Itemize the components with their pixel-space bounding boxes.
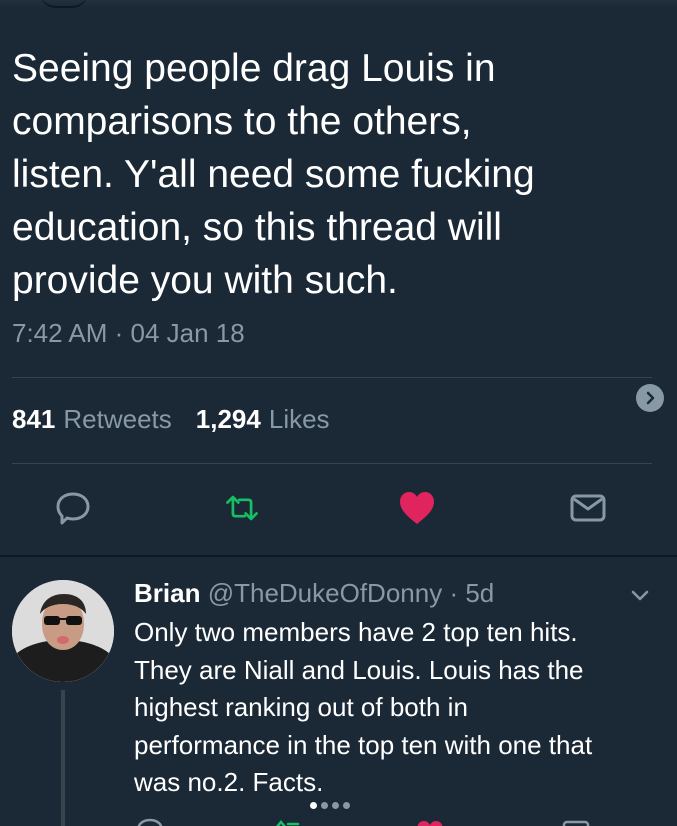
envelope-icon[interactable] [560, 816, 592, 826]
reply-button[interactable] [53, 488, 93, 528]
avatar[interactable] [12, 580, 114, 682]
retweets-count[interactable]: 841 [12, 404, 55, 435]
reply-actions-partial [0, 812, 677, 826]
like-button[interactable] [397, 488, 437, 528]
chevron-right-icon[interactable] [636, 384, 664, 412]
reply-author-name[interactable]: Brian [134, 578, 200, 608]
page-dot [321, 802, 328, 809]
reply-author-handle[interactable]: @TheDukeOfDonny [208, 578, 443, 608]
thread-line [61, 690, 65, 826]
page-dot [343, 802, 350, 809]
engagement-stats: 841 Retweets 1,294 Likes [12, 404, 330, 435]
page-dot [310, 802, 317, 809]
tweet-detail-screen: Seeing people drag Louis in comparisons … [0, 0, 677, 826]
heart-icon[interactable] [414, 816, 446, 826]
likes-count[interactable]: 1,294 [196, 404, 261, 435]
section-separator [0, 555, 677, 557]
top-edge [0, 0, 677, 8]
retweet-icon [226, 495, 258, 521]
retweets-label[interactable]: Retweets [63, 404, 171, 435]
divider [12, 377, 652, 378]
likes-label[interactable]: Likes [269, 404, 330, 435]
tweet-text: Seeing people drag Louis in comparisons … [12, 47, 535, 302]
reply-header: Brian @TheDukeOfDonny · 5d [134, 577, 494, 609]
page-dot [332, 802, 339, 809]
page-indicator [310, 802, 350, 809]
reply-age: · 5d [449, 578, 495, 608]
heart-icon [400, 492, 434, 524]
chevron-down-icon[interactable] [628, 585, 652, 605]
direct-message-button[interactable] [568, 488, 608, 528]
envelope-icon [570, 494, 606, 522]
tweet-timestamp[interactable]: 7:42 AM · 04 Jan 18 [12, 318, 245, 349]
retweet-icon[interactable] [272, 816, 306, 826]
speech-bubble-icon[interactable] [134, 816, 166, 826]
speech-bubble-icon [56, 492, 90, 525]
retweet-button[interactable] [222, 488, 262, 528]
divider [12, 463, 652, 464]
reply-text: Only two members have 2 top ten hits. Th… [134, 617, 593, 797]
